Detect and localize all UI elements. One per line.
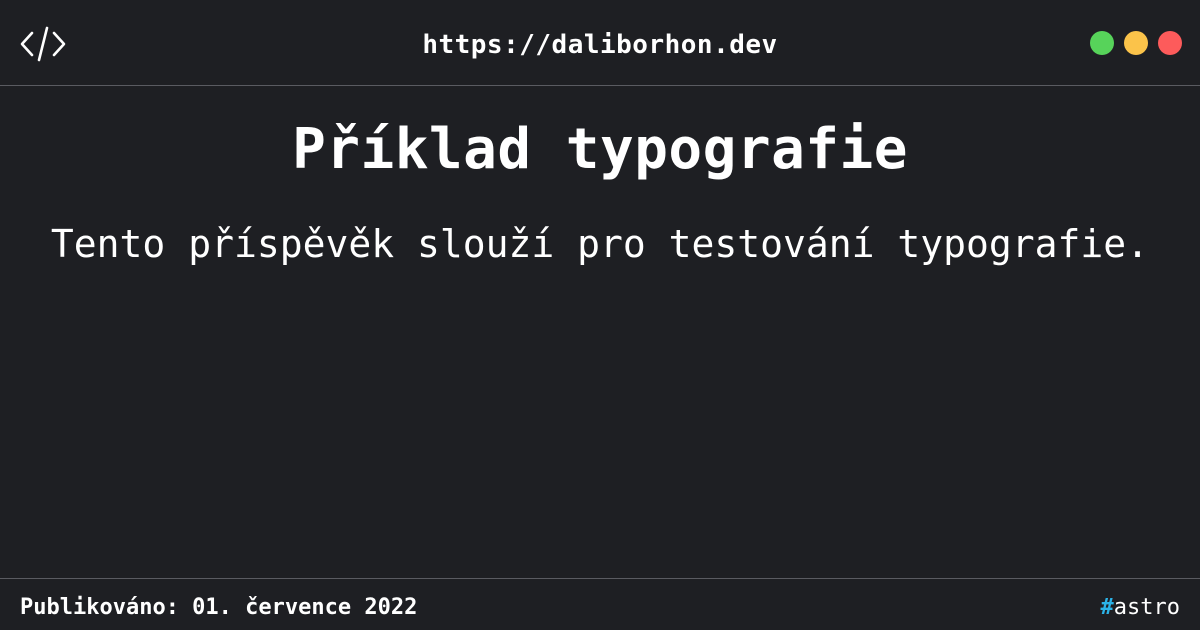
yellow-dot xyxy=(1124,31,1148,55)
window-controls xyxy=(1090,31,1182,55)
green-dot xyxy=(1090,31,1114,55)
published-date: Publikováno: 01. července 2022 xyxy=(20,595,418,620)
site-url: https://daliborhon.dev xyxy=(422,30,778,60)
bottom-bar: Publikováno: 01. července 2022 #astro xyxy=(0,578,1200,630)
red-dot xyxy=(1158,31,1182,55)
post-title: Příklad typografie xyxy=(292,117,908,182)
tag-name: astro xyxy=(1113,595,1180,620)
post-description: Tento příspěvěk slouží pro testování typ… xyxy=(50,222,1150,266)
tag-hash: # xyxy=(1100,595,1114,620)
social-card: https://daliborhon.dev Příklad typografi… xyxy=(0,0,1200,630)
tag-label: #astro xyxy=(1101,593,1180,623)
top-bar: https://daliborhon.dev xyxy=(0,0,1200,86)
